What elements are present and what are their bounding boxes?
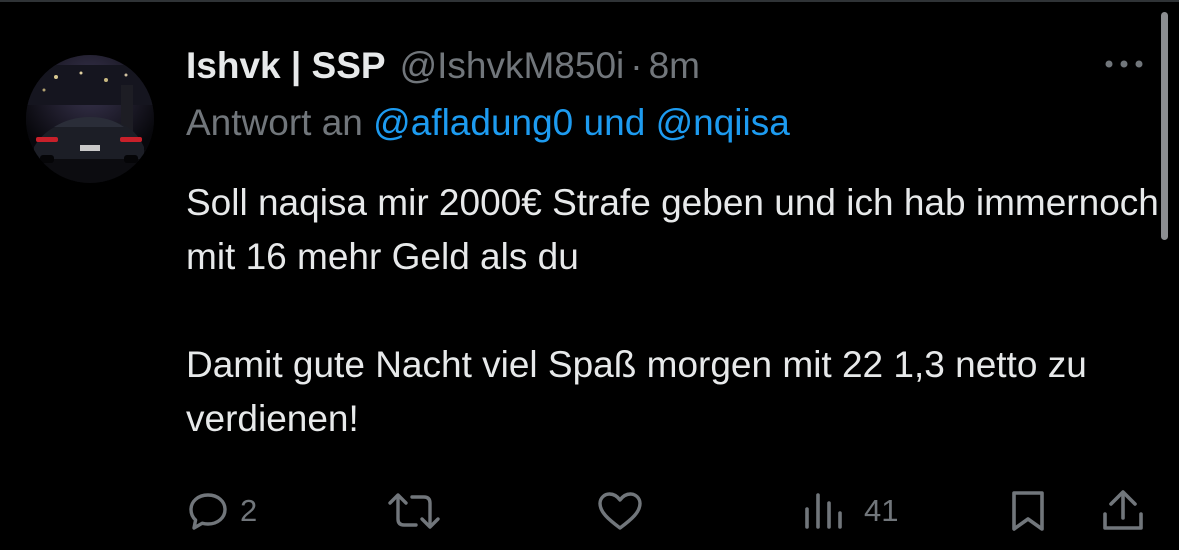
like-button[interactable] — [596, 488, 654, 534]
share-icon — [1103, 490, 1143, 530]
bookmark-button[interactable] — [1006, 488, 1050, 534]
more-button[interactable] — [1100, 55, 1148, 73]
author-display-name[interactable]: Ishvk | SSP — [186, 45, 386, 87]
like-icon — [598, 492, 642, 530]
author-handle[interactable]: @IshvkM850i — [400, 45, 625, 87]
avatar[interactable] — [26, 55, 154, 183]
retweet-button[interactable] — [386, 488, 452, 534]
reply-count: 2 — [240, 493, 258, 528]
share-button[interactable] — [1100, 488, 1146, 534]
reply-button[interactable]: 2 — [186, 488, 257, 534]
header-separator: · — [630, 45, 643, 86]
mention-link[interactable]: @afladung0 — [373, 102, 573, 143]
views-button[interactable]: 41 — [802, 488, 898, 534]
avatar-car-image — [26, 55, 154, 183]
scrollbar[interactable] — [1161, 12, 1168, 240]
tweet-header: Ishvk | SSP @IshvkM850i · 8m — [186, 42, 700, 90]
views-icon — [805, 493, 842, 529]
reply-to-line: Antwort an @afladung0 und @nqiisa — [186, 102, 790, 144]
bookmark-icon — [1012, 491, 1044, 531]
reply-icon — [189, 493, 227, 530]
view-count: 41 — [864, 493, 899, 528]
top-divider — [0, 0, 1179, 2]
retweet-icon — [388, 493, 440, 529]
reply-to-connector: und — [573, 102, 656, 143]
reply-to-prefix: Antwort an — [186, 102, 374, 143]
tweet-timestamp[interactable]: 8m — [649, 45, 700, 87]
mention-link[interactable]: @nqiisa — [656, 102, 790, 143]
more-icon — [1105, 60, 1143, 68]
tweet-text: Soll naqisa mir 2000€ Strafe geben und i… — [186, 182, 1159, 439]
